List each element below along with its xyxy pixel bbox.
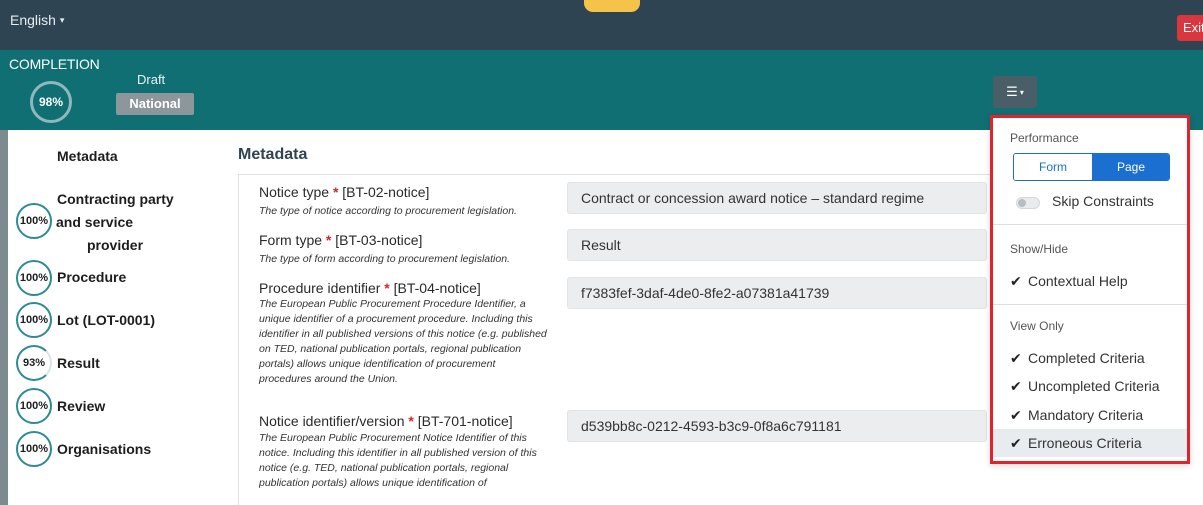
page-mode-option[interactable]: Page xyxy=(1092,154,1169,180)
language-selector[interactable]: English ▾ xyxy=(10,12,64,28)
menu-item-label: Erroneous Criteria xyxy=(1028,435,1142,451)
nav-progress-ring: 93% xyxy=(16,345,52,381)
exit-button[interactable]: Exit xyxy=(1177,15,1203,41)
nav-item-metadata[interactable]: Metadata xyxy=(57,148,118,164)
check-icon: ✔ xyxy=(1010,273,1022,289)
skip-constraints-label[interactable]: Skip Constraints xyxy=(1052,193,1154,209)
required-marker: * xyxy=(325,232,332,248)
field-code: [BT-04-notice] xyxy=(393,280,481,296)
performance-header: Performance xyxy=(1010,131,1079,145)
check-icon: ✔ xyxy=(1010,407,1022,423)
show-hide-header: Show/Hide xyxy=(1010,242,1069,256)
left-edge-bar xyxy=(0,130,8,505)
field-label: Notice identifier/version * [BT-701-noti… xyxy=(259,413,513,429)
status-label: Draft xyxy=(137,72,166,87)
switch-knob xyxy=(1018,199,1026,207)
procedure-identifier-input[interactable]: f7383fef-3daf-4de0-8fe2-a07381a41739 xyxy=(567,277,987,309)
chevron-down-icon: ▾ xyxy=(1019,88,1024,97)
nav-item-lot[interactable]: Lot (LOT-0001) xyxy=(57,312,155,328)
field-name: Notice identifier/version xyxy=(259,413,405,429)
nav-item-review[interactable]: Review xyxy=(57,398,105,414)
check-icon: ✔ xyxy=(1010,378,1022,394)
page-title: Metadata xyxy=(238,146,308,163)
menu-item-label: Uncompleted Criteria xyxy=(1028,378,1160,394)
performance-mode-toggle: Form Page xyxy=(1013,153,1170,181)
chevron-down-icon: ▾ xyxy=(59,15,65,25)
nav-progress-ring: 100% xyxy=(16,388,52,424)
notice-type-select[interactable]: Contract or concession award notice – st… xyxy=(567,182,987,214)
nav-progress-ring: 100% xyxy=(16,260,52,296)
form-mode-option[interactable]: Form xyxy=(1014,154,1092,180)
mandatory-criteria-item[interactable]: ✔ Mandatory Criteria xyxy=(993,401,1187,429)
view-only-header: View Only xyxy=(1010,319,1064,333)
nav-item-label: Contracting party xyxy=(57,191,174,207)
view-settings-dropdown: Performance Form Page Skip Constraints S… xyxy=(990,115,1190,464)
view-settings-button[interactable]: ☰ ▾ xyxy=(993,76,1037,108)
top-bar: English ▾ Exit xyxy=(0,0,1203,50)
menu-item-label: Contextual Help xyxy=(1028,273,1128,289)
field-code: [BT-701-notice] xyxy=(417,413,513,429)
nav-progress-ring: 100% xyxy=(16,431,52,467)
divider xyxy=(993,224,1187,225)
field-name: Notice type xyxy=(259,184,330,200)
nav-progress-ring: 100% xyxy=(16,302,52,338)
nav-progress-ring: 100% xyxy=(16,203,52,239)
language-label: English xyxy=(10,12,56,28)
check-icon: ✔ xyxy=(1010,350,1022,366)
field-code: [BT-03-notice] xyxy=(335,232,423,248)
scope-badge: National xyxy=(116,93,194,115)
field-help-text: The type of form according to procuremen… xyxy=(259,253,510,265)
nav-item-result[interactable]: Result xyxy=(57,355,100,371)
sliders-icon: ☰ xyxy=(1006,84,1018,99)
environment-badge xyxy=(584,0,640,12)
completion-label: COMPLETION xyxy=(9,56,100,72)
field-label: Procedure identifier * [BT-04-notice] xyxy=(259,280,481,296)
required-marker: * xyxy=(384,280,390,296)
divider xyxy=(993,304,1187,305)
nav-item-procedure[interactable]: Procedure xyxy=(57,269,126,285)
menu-item-label: Mandatory Criteria xyxy=(1028,407,1144,423)
field-label: Form type * [BT-03-notice] xyxy=(259,232,422,248)
field-name: Form type xyxy=(259,232,323,248)
erroneous-criteria-item[interactable]: ✔ Erroneous Criteria xyxy=(993,429,1187,457)
nav-item-organisations[interactable]: Organisations xyxy=(57,441,151,457)
menu-item-label: Completed Criteria xyxy=(1028,350,1145,366)
field-help-text: The European Public Procurement Procedur… xyxy=(259,298,547,385)
form-type-select[interactable]: Result xyxy=(567,229,987,261)
skip-constraints-switch[interactable] xyxy=(1016,197,1040,209)
field-label: Notice type * [BT-02-notice] xyxy=(259,184,429,200)
field-code: [BT-02-notice] xyxy=(342,184,430,200)
completion-progress-ring: 98% xyxy=(30,81,72,123)
completed-criteria-item[interactable]: ✔ Completed Criteria xyxy=(993,344,1187,372)
required-marker: * xyxy=(332,184,339,200)
contextual-help-item[interactable]: ✔ Contextual Help xyxy=(993,267,1187,295)
nav-item-label: provider xyxy=(87,237,144,253)
field-help-text: The type of notice according to procurem… xyxy=(259,205,517,217)
notice-identifier-input[interactable]: d539bb8c-0212-4593-b3c9-0f8a6c791181 xyxy=(567,410,987,442)
uncompleted-criteria-item[interactable]: ✔ Uncompleted Criteria xyxy=(993,372,1187,400)
field-help-text: The European Public Procurement Notice I… xyxy=(259,432,537,489)
nav-item-contracting-party[interactable]: Contracting party and service provider xyxy=(56,188,174,257)
required-marker: * xyxy=(408,413,414,429)
field-name: Procedure identifier xyxy=(259,280,381,296)
check-icon: ✔ xyxy=(1010,435,1022,451)
nav-item-label: and service xyxy=(56,214,134,230)
